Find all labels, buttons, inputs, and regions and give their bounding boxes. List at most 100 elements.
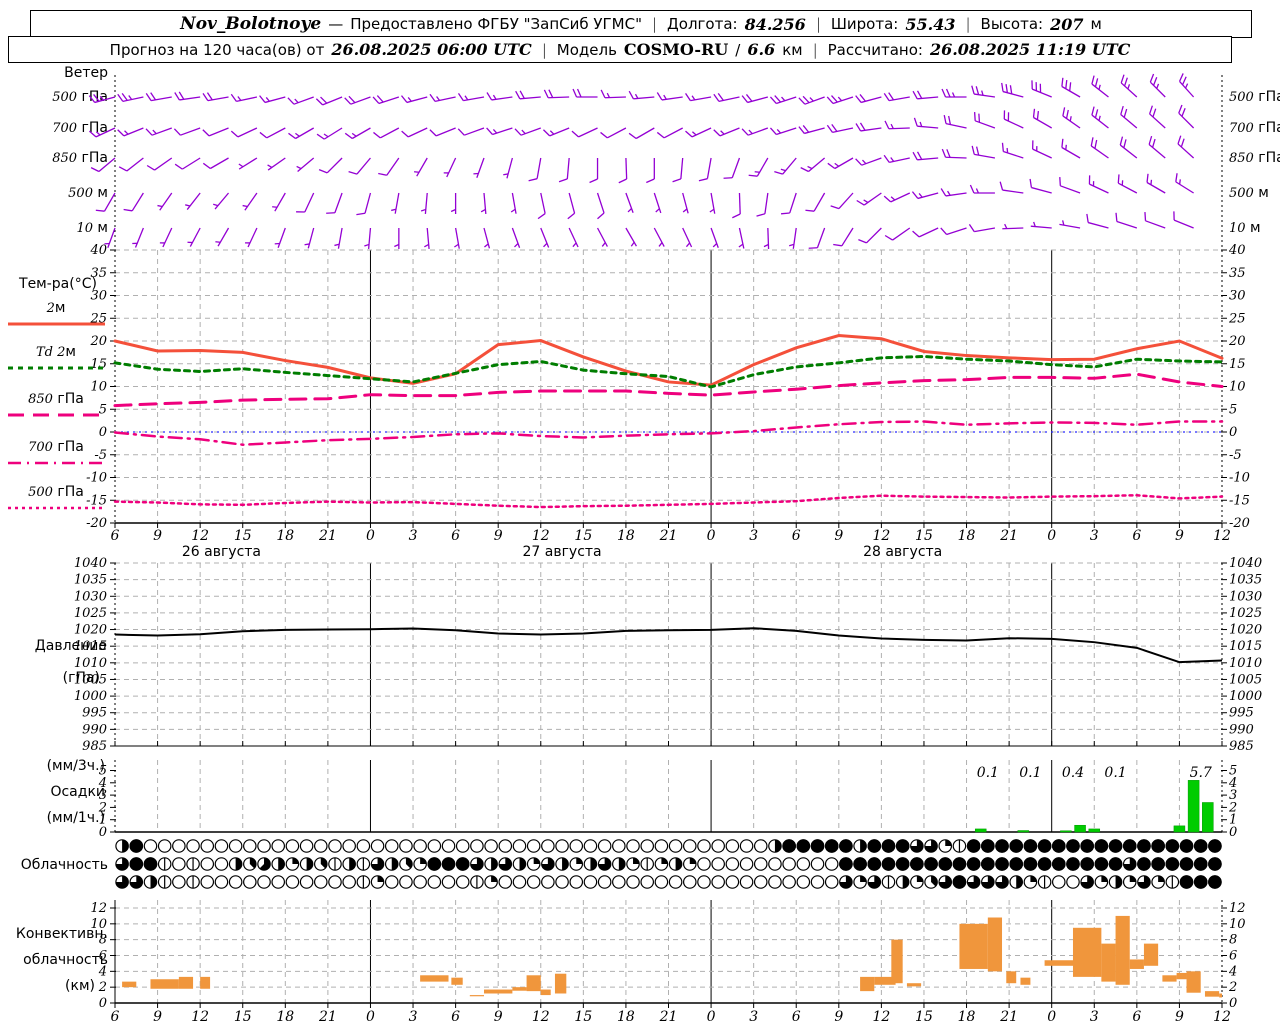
cloud-cover-symbol xyxy=(725,857,740,871)
wind-barb xyxy=(1001,82,1024,98)
cloud-cover-symbol xyxy=(796,857,811,871)
wind-barb xyxy=(940,227,967,236)
cloud-circle xyxy=(427,875,442,889)
wind-barb-shaft xyxy=(866,227,882,244)
cloud-circle xyxy=(583,875,598,889)
wind-barb-shaft xyxy=(1177,143,1195,159)
cloud-fill xyxy=(689,857,696,864)
wind-barb-shaft xyxy=(635,127,655,140)
cloud-fill xyxy=(924,857,938,871)
cloud-fill xyxy=(349,857,356,871)
wind-barb xyxy=(1120,74,1138,98)
wind-level-label: 700 гПа xyxy=(1229,120,1280,136)
cloud-cover-symbol xyxy=(384,857,399,871)
wind-barb xyxy=(798,125,825,135)
wind-barb-shaft xyxy=(808,157,826,172)
temp-ytick-label: -5 xyxy=(1229,448,1242,463)
convective-cloud-block xyxy=(1006,971,1017,984)
pressure-ytick-label: 990 xyxy=(1229,722,1254,737)
convective-cloud-block xyxy=(1204,991,1220,997)
cloud-cover-symbol xyxy=(583,875,598,889)
hour-label: 21 xyxy=(659,528,678,544)
cloud-cover-symbol xyxy=(895,875,910,889)
convective-cloud-block xyxy=(554,973,567,994)
wind-barb-feather xyxy=(741,95,749,103)
hour-label: 9 xyxy=(1175,528,1184,544)
cloud-fill xyxy=(491,857,498,871)
cloud-fill xyxy=(562,857,569,871)
cloud-cover-symbol xyxy=(498,875,513,889)
wind-barb xyxy=(486,92,513,101)
wind-barb-feather xyxy=(318,169,328,174)
wind-barb xyxy=(912,151,939,161)
wind-barb-feather xyxy=(913,117,918,127)
cloud-cover-symbol xyxy=(739,857,754,871)
wind-barb-shaft xyxy=(154,157,173,171)
temp-ytick-label: 35 xyxy=(1229,266,1246,281)
cloud-circle xyxy=(526,839,541,853)
wind-barb-shaft xyxy=(1060,185,1081,194)
cloud-fill xyxy=(1037,839,1052,853)
wind-barb-shaft xyxy=(356,157,371,175)
cloud-fill xyxy=(1208,875,1222,889)
cloud-cover-symbol xyxy=(1037,857,1052,871)
cloud-cover-symbol xyxy=(1208,875,1222,889)
temp-ytick-label: 30 xyxy=(1229,289,1246,304)
cloud-cover-symbol xyxy=(1165,839,1180,853)
wind-barb xyxy=(1091,75,1109,98)
cloud-cover-symbol xyxy=(526,857,541,871)
cloud-fill xyxy=(1193,875,1208,889)
wind-barb-feather xyxy=(429,129,437,137)
wind-barb-shaft xyxy=(416,157,428,177)
temp-ytick-label: 5 xyxy=(99,402,107,417)
wind-barb-feather xyxy=(146,164,155,171)
precip-3h-sum-label: 0.4 xyxy=(1062,765,1084,781)
cloud-circle xyxy=(172,857,186,871)
wind-barb xyxy=(1061,77,1081,98)
cloud-fill xyxy=(895,857,910,871)
cloud-cover-symbol xyxy=(285,857,300,871)
wind-barb xyxy=(774,157,797,175)
cloud-cover-symbol xyxy=(384,839,399,853)
convective-cloud-block xyxy=(1072,927,1102,977)
wind-barb-feather xyxy=(118,166,128,172)
cloud-cover-symbol xyxy=(157,875,172,889)
hour-label: 9 xyxy=(1175,1009,1184,1024)
cloud-cover-symbol xyxy=(413,839,427,853)
wind-barb-feather xyxy=(1061,138,1064,148)
cloud-circle xyxy=(541,875,555,889)
cloud-circle xyxy=(711,875,725,889)
temp-ytick-label: 25 xyxy=(1228,311,1246,326)
wind-barb-feather xyxy=(883,93,890,102)
cloud-fill xyxy=(129,839,144,853)
wind-level-label: 10 м xyxy=(76,220,108,236)
cloud-circle xyxy=(768,857,782,871)
convective-ytick-label: 4 xyxy=(98,964,107,979)
wind-barb-shaft xyxy=(464,127,485,136)
cloud-cover-symbol xyxy=(697,857,711,871)
cloud-cover-symbol xyxy=(299,857,314,871)
cloud-cover-symbol xyxy=(711,875,725,889)
cloudiness-label: Облачность xyxy=(21,857,108,873)
wind-barb xyxy=(1002,223,1024,230)
cloud-circle xyxy=(399,875,413,889)
wind-barb xyxy=(174,91,201,101)
cloud-fill xyxy=(306,857,313,871)
cloud-cover-symbol xyxy=(1080,875,1094,889)
wind-barb-shaft xyxy=(134,227,144,248)
convective-cloud-block xyxy=(469,995,484,997)
cloud-circle xyxy=(640,839,655,853)
wind-barb xyxy=(473,157,485,178)
wind-barb xyxy=(883,192,911,203)
cloud-cover-symbol xyxy=(626,839,640,853)
cloud-circle xyxy=(739,857,754,871)
wind-barb-shaft xyxy=(1004,118,1024,129)
wind-barb-shaft xyxy=(210,157,229,170)
cloud-circle xyxy=(725,857,740,871)
precip-bar xyxy=(974,828,987,833)
cloud-cover-symbol xyxy=(867,857,882,871)
hour-label: 3 xyxy=(749,1009,758,1024)
convective-cloud-block xyxy=(1176,972,1187,980)
wind-barb xyxy=(971,85,996,98)
wind-barb-shaft xyxy=(945,156,967,159)
